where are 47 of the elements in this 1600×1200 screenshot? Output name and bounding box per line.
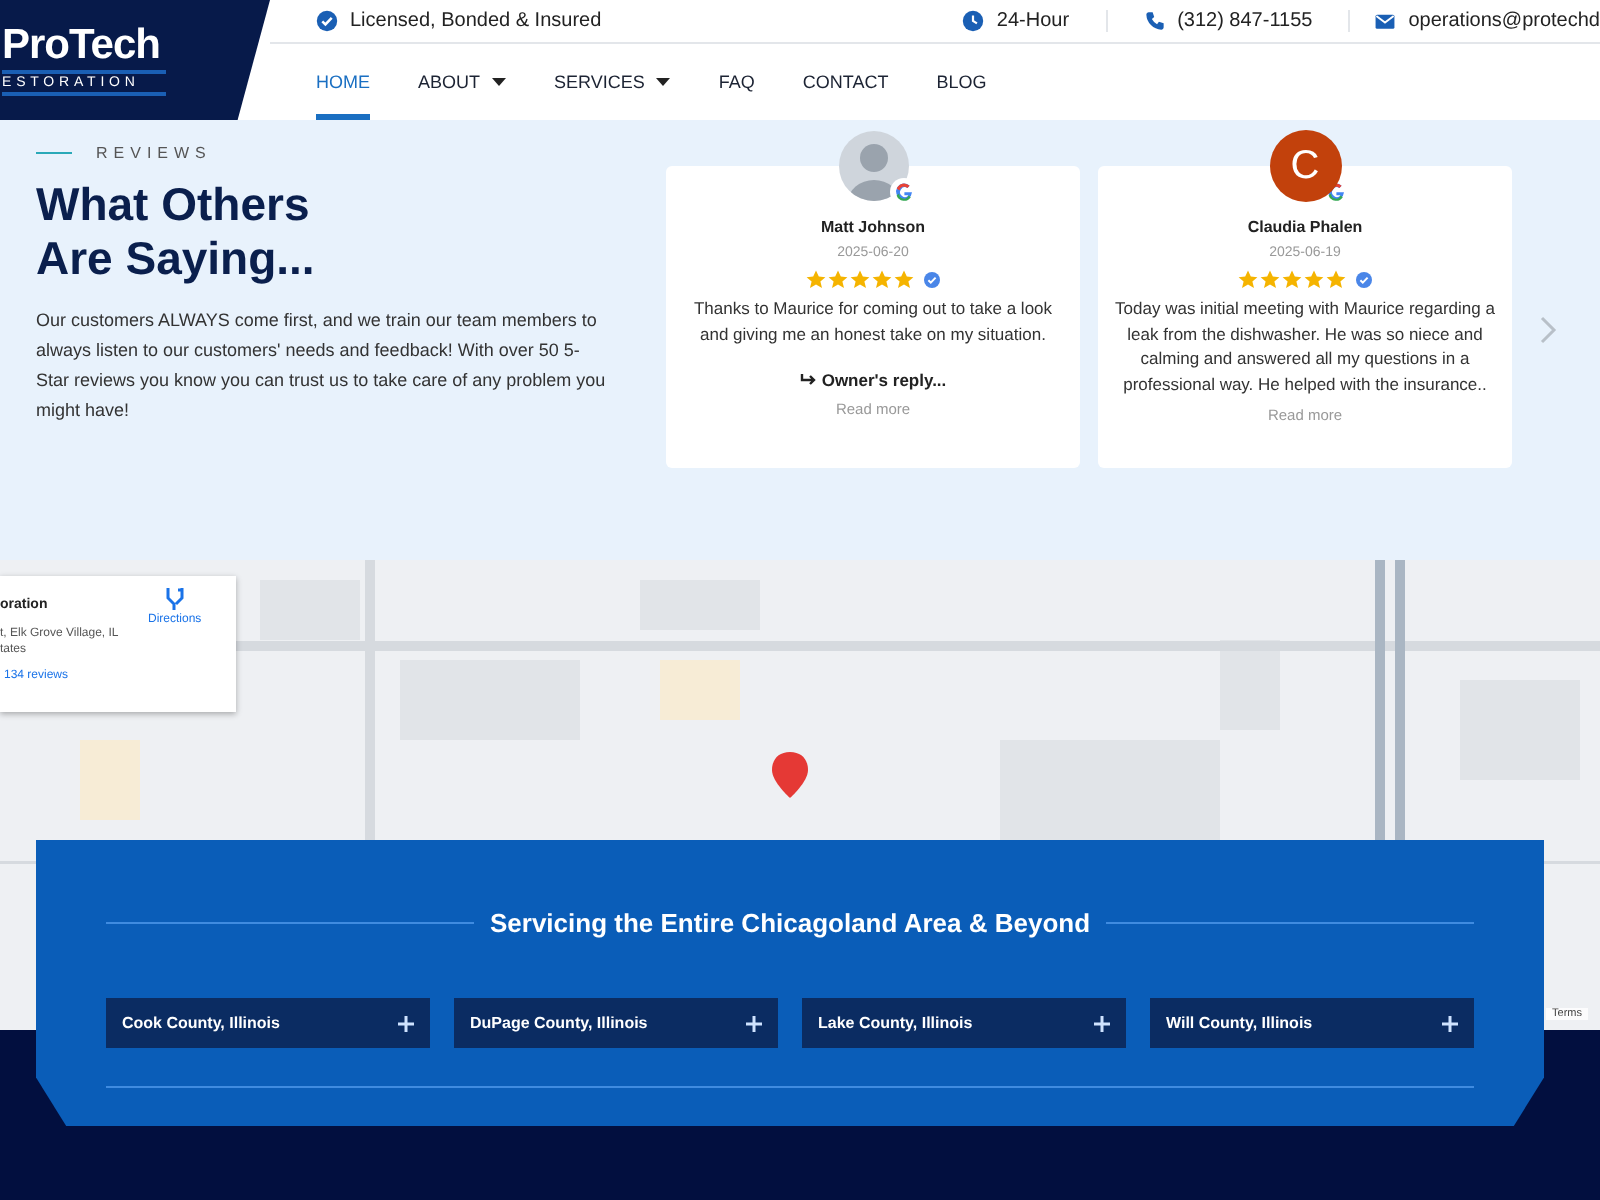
- service-area-title: Servicing the Entire Chicagoland Area & Beyond: [489, 907, 1091, 937]
- intro-paragraph: Our customers ALWAYS come first, and we train our team members to always listen to our customers' needs and feedback! With over 50 5-Star reviews you know you can trust us to take care of any problem you might have!: [36, 308, 606, 424]
- star-icon: [1282, 270, 1302, 290]
- star-icon: [806, 270, 826, 290]
- clock-icon: [962, 10, 985, 32]
- star-icon: [1304, 270, 1324, 290]
- star-icon: [1260, 270, 1280, 290]
- section-eyebrow: REVIEWS: [96, 144, 212, 162]
- nav-link[interactable]: SERVICES: [554, 44, 671, 120]
- section-heading: What Others Are Saying...: [36, 178, 317, 286]
- county-accordion[interactable]: Lake County, Illinois: [802, 998, 1126, 1048]
- nav-link[interactable]: ABOUT: [418, 44, 507, 120]
- plus-icon: [398, 1015, 414, 1031]
- caret-icon: [492, 78, 507, 86]
- county-accordion[interactable]: DuPage County, Illinois: [454, 998, 778, 1048]
- contact-info-text: 24-Hour: [996, 10, 1070, 32]
- star-icon: [1238, 270, 1258, 290]
- reply-arrow-icon: [799, 374, 816, 386]
- contact-info-text[interactable]: operations@protechd: [1408, 10, 1600, 32]
- nav-link[interactable]: CONTACT: [802, 44, 889, 120]
- reviewer-name: Claudia Phalen: [1247, 218, 1363, 236]
- caret-icon: [656, 78, 671, 86]
- star-icon: [850, 270, 870, 290]
- plus-icon: [1442, 1015, 1458, 1031]
- star-icon: [872, 270, 892, 290]
- contact-info-text: Licensed, Bonded & Insured: [350, 10, 602, 32]
- star-icon: [894, 270, 914, 290]
- reviewer-name: Matt Johnson: [821, 218, 925, 236]
- county-accordion[interactable]: Cook County, Illinois: [106, 998, 430, 1048]
- review-text: Thanks to Maurice for coming out to take a look and giving me an honest take on my situation.: [691, 296, 1055, 346]
- review-text: Today was initial meeting with Maurice regarding a leak from the dishwasher. He was so niece and calming and answered all my questions in a professional way. He helped with the insurance..: [1114, 296, 1496, 396]
- plus-icon: [1094, 1015, 1110, 1031]
- logo-name[interactable]: ProTech: [2, 24, 270, 68]
- plus-icon: [746, 1015, 762, 1031]
- star-icon: [828, 270, 848, 290]
- avatar-letter: C: [1269, 130, 1341, 202]
- owner-reply[interactable]: Owner's reply...: [821, 370, 947, 390]
- directions-icon: [165, 588, 184, 610]
- phone-icon: [1143, 10, 1166, 32]
- envelope-icon: [1374, 10, 1397, 32]
- star-icon: [1326, 270, 1346, 290]
- nav-link[interactable]: BLOG: [936, 44, 987, 120]
- county-accordion[interactable]: Will County, Illinois: [1150, 998, 1474, 1048]
- nav-link[interactable]: FAQ: [718, 44, 755, 120]
- contact-info-text[interactable]: (312) 847-1155: [1177, 10, 1313, 32]
- check-circle-icon: [316, 10, 338, 32]
- map-pin-icon: [772, 752, 808, 798]
